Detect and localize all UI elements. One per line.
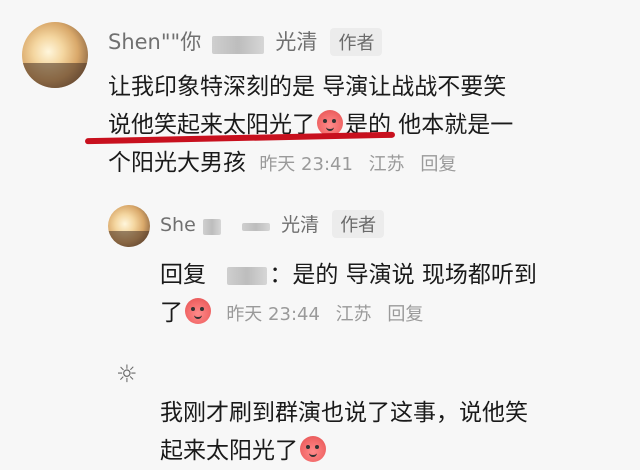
reply-text-line2-text: 了 (160, 300, 183, 326)
comment-text-line1: 让我印象特深刻的是 导演让战战不要笑 (108, 74, 507, 100)
reply-time: 昨天 23:44 (226, 304, 320, 325)
author-name[interactable]: Shen""你 (108, 30, 201, 54)
comment3-text: 我刚才刷到群演也说了这事，说他笑 起来太阳光了 (160, 394, 620, 470)
reply-author-name[interactable]: She (160, 214, 196, 236)
comment-author-row: Shen""你 光清 作者 (108, 26, 383, 56)
sun-icon[interactable]: ☼ (116, 360, 138, 388)
reply-prefix: 回复 (160, 262, 206, 288)
author-name-suffix[interactable]: 光清 (275, 30, 317, 54)
reply-author-badge: 作者 (332, 210, 385, 238)
comment-time: 昨天 23:41 (259, 154, 353, 175)
redacted-name (202, 218, 221, 235)
comment3-text-line1: 我刚才刷到群演也说了这事，说他笑 (160, 400, 528, 426)
redacted-name (212, 35, 265, 54)
blush-emoji-icon (185, 298, 211, 324)
comment-location: 江苏 (368, 154, 405, 175)
reply-text-line2: 了 昨天 23:44 江苏 回复 (160, 294, 620, 334)
author-badge: 作者 (330, 28, 383, 56)
redacted-mention (227, 266, 268, 285)
comment-meta: 昨天 23:41 江苏 回复 (259, 154, 456, 175)
comment-text-line3: 个阳光大男孩 昨天 23:41 江苏 回复 (108, 144, 608, 184)
avatar[interactable] (22, 22, 88, 88)
reply-text-line1: 回复 ：是的 导演说 现场都听到 (160, 256, 620, 294)
reply-location: 江苏 (335, 304, 372, 325)
reply-meta: 昨天 23:44 江苏 回复 (226, 304, 423, 325)
reply-avatar[interactable] (108, 205, 150, 247)
reply-link[interactable]: 回复 (420, 154, 456, 175)
reply-link[interactable]: 回复 (387, 304, 423, 325)
reply-author-row: She 光清 作者 (160, 210, 385, 238)
reply-body: ：是的 导演说 现场都听到 (269, 262, 537, 288)
comment3-text-line2: 起来太阳光了 (160, 432, 620, 470)
comment-text: 让我印象特深刻的是 导演让战战不要笑 说他笑起来太阳光了 是的 他本就是一 个阳光… (108, 68, 608, 184)
reply-author-suffix[interactable]: 光清 (281, 214, 319, 236)
blush-emoji-icon (300, 436, 326, 462)
comment3-text-line2-text: 起来太阳光了 (160, 438, 298, 464)
comment-text-line3-text: 个阳光大男孩 (108, 150, 246, 176)
redacted-name (241, 222, 270, 231)
reply-text: 回复 ：是的 导演说 现场都听到 了 昨天 23:44 江苏 回复 (160, 256, 620, 334)
